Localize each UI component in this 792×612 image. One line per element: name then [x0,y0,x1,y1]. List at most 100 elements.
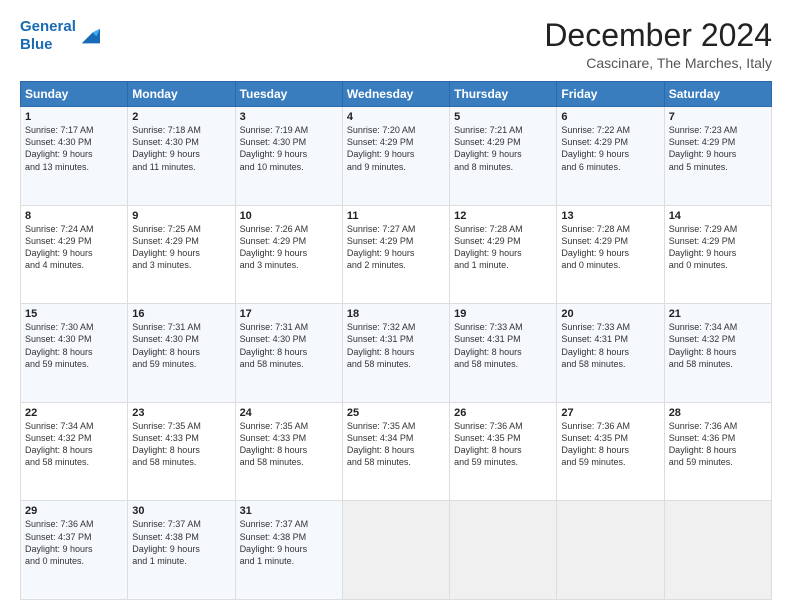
calendar-body: 1Sunrise: 7:17 AMSunset: 4:30 PMDaylight… [21,107,772,600]
day-cell: 6Sunrise: 7:22 AMSunset: 4:29 PMDaylight… [557,107,664,206]
day-cell: 7Sunrise: 7:23 AMSunset: 4:29 PMDaylight… [664,107,771,206]
day-number: 7 [669,111,767,123]
day-number: 11 [347,210,445,222]
cell-info: Sunrise: 7:33 AMSunset: 4:31 PMDaylight:… [454,321,552,370]
cell-info: Sunrise: 7:32 AMSunset: 4:31 PMDaylight:… [347,321,445,370]
cell-info: Sunrise: 7:19 AMSunset: 4:30 PMDaylight:… [240,124,338,173]
header-cell-sunday: Sunday [21,82,128,107]
day-cell: 29Sunrise: 7:36 AMSunset: 4:37 PMDayligh… [21,501,128,600]
day-cell: 28Sunrise: 7:36 AMSunset: 4:36 PMDayligh… [664,402,771,501]
logo-icon [78,25,100,47]
day-cell: 24Sunrise: 7:35 AMSunset: 4:33 PMDayligh… [235,402,342,501]
day-cell: 30Sunrise: 7:37 AMSunset: 4:38 PMDayligh… [128,501,235,600]
day-number: 16 [132,308,230,320]
day-number: 9 [132,210,230,222]
calendar-table: SundayMondayTuesdayWednesdayThursdayFrid… [20,81,772,600]
day-cell: 20Sunrise: 7:33 AMSunset: 4:31 PMDayligh… [557,304,664,403]
day-cell [342,501,449,600]
day-cell [557,501,664,600]
cell-info: Sunrise: 7:23 AMSunset: 4:29 PMDaylight:… [669,124,767,173]
cell-info: Sunrise: 7:21 AMSunset: 4:29 PMDaylight:… [454,124,552,173]
day-cell: 22Sunrise: 7:34 AMSunset: 4:32 PMDayligh… [21,402,128,501]
day-cell: 19Sunrise: 7:33 AMSunset: 4:31 PMDayligh… [450,304,557,403]
cell-info: Sunrise: 7:34 AMSunset: 4:32 PMDaylight:… [25,420,123,469]
day-number: 22 [25,407,123,419]
day-number: 8 [25,210,123,222]
day-cell: 15Sunrise: 7:30 AMSunset: 4:30 PMDayligh… [21,304,128,403]
week-row-3: 22Sunrise: 7:34 AMSunset: 4:32 PMDayligh… [21,402,772,501]
day-number: 2 [132,111,230,123]
day-number: 29 [25,505,123,517]
header-cell-monday: Monday [128,82,235,107]
header-cell-wednesday: Wednesday [342,82,449,107]
day-number: 13 [561,210,659,222]
cell-info: Sunrise: 7:24 AMSunset: 4:29 PMDaylight:… [25,223,123,272]
cell-info: Sunrise: 7:31 AMSunset: 4:30 PMDaylight:… [240,321,338,370]
day-number: 17 [240,308,338,320]
day-cell: 26Sunrise: 7:36 AMSunset: 4:35 PMDayligh… [450,402,557,501]
cell-info: Sunrise: 7:30 AMSunset: 4:30 PMDaylight:… [25,321,123,370]
week-row-1: 8Sunrise: 7:24 AMSunset: 4:29 PMDaylight… [21,205,772,304]
day-cell: 13Sunrise: 7:28 AMSunset: 4:29 PMDayligh… [557,205,664,304]
day-cell: 2Sunrise: 7:18 AMSunset: 4:30 PMDaylight… [128,107,235,206]
page: General Blue December 2024 Cascinare, Th… [0,0,792,612]
day-number: 23 [132,407,230,419]
header-cell-thursday: Thursday [450,82,557,107]
cell-info: Sunrise: 7:34 AMSunset: 4:32 PMDaylight:… [669,321,767,370]
day-number: 21 [669,308,767,320]
day-cell: 5Sunrise: 7:21 AMSunset: 4:29 PMDaylight… [450,107,557,206]
day-number: 10 [240,210,338,222]
cell-info: Sunrise: 7:17 AMSunset: 4:30 PMDaylight:… [25,124,123,173]
day-cell [450,501,557,600]
title-block: December 2024 Cascinare, The Marches, It… [544,18,772,71]
day-number: 5 [454,111,552,123]
day-cell: 10Sunrise: 7:26 AMSunset: 4:29 PMDayligh… [235,205,342,304]
day-cell: 23Sunrise: 7:35 AMSunset: 4:33 PMDayligh… [128,402,235,501]
calendar-header-row: SundayMondayTuesdayWednesdayThursdayFrid… [21,82,772,107]
day-cell: 31Sunrise: 7:37 AMSunset: 4:38 PMDayligh… [235,501,342,600]
cell-info: Sunrise: 7:22 AMSunset: 4:29 PMDaylight:… [561,124,659,173]
cell-info: Sunrise: 7:26 AMSunset: 4:29 PMDaylight:… [240,223,338,272]
cell-info: Sunrise: 7:27 AMSunset: 4:29 PMDaylight:… [347,223,445,272]
header-cell-friday: Friday [557,82,664,107]
cell-info: Sunrise: 7:25 AMSunset: 4:29 PMDaylight:… [132,223,230,272]
month-title: December 2024 [544,18,772,53]
day-cell: 14Sunrise: 7:29 AMSunset: 4:29 PMDayligh… [664,205,771,304]
day-number: 26 [454,407,552,419]
day-cell: 8Sunrise: 7:24 AMSunset: 4:29 PMDaylight… [21,205,128,304]
location: Cascinare, The Marches, Italy [544,55,772,71]
cell-info: Sunrise: 7:36 AMSunset: 4:35 PMDaylight:… [454,420,552,469]
day-cell: 16Sunrise: 7:31 AMSunset: 4:30 PMDayligh… [128,304,235,403]
cell-info: Sunrise: 7:28 AMSunset: 4:29 PMDaylight:… [561,223,659,272]
day-cell: 27Sunrise: 7:36 AMSunset: 4:35 PMDayligh… [557,402,664,501]
header-cell-tuesday: Tuesday [235,82,342,107]
day-cell: 9Sunrise: 7:25 AMSunset: 4:29 PMDaylight… [128,205,235,304]
day-number: 3 [240,111,338,123]
cell-info: Sunrise: 7:20 AMSunset: 4:29 PMDaylight:… [347,124,445,173]
day-cell: 18Sunrise: 7:32 AMSunset: 4:31 PMDayligh… [342,304,449,403]
logo-text: General Blue [20,18,76,54]
cell-info: Sunrise: 7:35 AMSunset: 4:34 PMDaylight:… [347,420,445,469]
day-number: 28 [669,407,767,419]
cell-info: Sunrise: 7:35 AMSunset: 4:33 PMDaylight:… [240,420,338,469]
day-cell: 17Sunrise: 7:31 AMSunset: 4:30 PMDayligh… [235,304,342,403]
day-number: 25 [347,407,445,419]
week-row-2: 15Sunrise: 7:30 AMSunset: 4:30 PMDayligh… [21,304,772,403]
day-cell: 21Sunrise: 7:34 AMSunset: 4:32 PMDayligh… [664,304,771,403]
day-number: 12 [454,210,552,222]
day-cell: 11Sunrise: 7:27 AMSunset: 4:29 PMDayligh… [342,205,449,304]
cell-info: Sunrise: 7:37 AMSunset: 4:38 PMDaylight:… [132,518,230,567]
day-cell: 25Sunrise: 7:35 AMSunset: 4:34 PMDayligh… [342,402,449,501]
day-number: 18 [347,308,445,320]
day-number: 14 [669,210,767,222]
cell-info: Sunrise: 7:29 AMSunset: 4:29 PMDaylight:… [669,223,767,272]
day-cell: 12Sunrise: 7:28 AMSunset: 4:29 PMDayligh… [450,205,557,304]
day-number: 27 [561,407,659,419]
cell-info: Sunrise: 7:36 AMSunset: 4:37 PMDaylight:… [25,518,123,567]
header-cell-saturday: Saturday [664,82,771,107]
week-row-4: 29Sunrise: 7:36 AMSunset: 4:37 PMDayligh… [21,501,772,600]
day-number: 19 [454,308,552,320]
day-cell: 3Sunrise: 7:19 AMSunset: 4:30 PMDaylight… [235,107,342,206]
header: General Blue December 2024 Cascinare, Th… [20,18,772,71]
cell-info: Sunrise: 7:36 AMSunset: 4:35 PMDaylight:… [561,420,659,469]
